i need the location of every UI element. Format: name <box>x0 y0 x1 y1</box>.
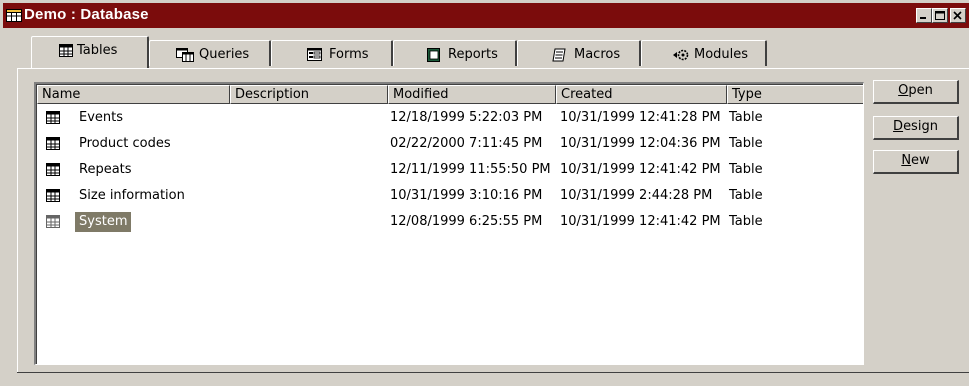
cell-modified: 12/11/1999 11:55:50 PM <box>390 162 551 177</box>
tab-macros-label: Macros <box>574 47 621 62</box>
table-icon <box>46 111 60 127</box>
design-button[interactable]: Design <box>873 116 959 140</box>
tab-modules-label: Modules <box>694 47 749 62</box>
database-window: Demo : Database Tables Queries Forms Rep… <box>0 0 969 385</box>
cell-type: Table <box>729 110 763 125</box>
tab-queries[interactable]: Queries <box>149 40 271 66</box>
tab-reports[interactable]: Reports <box>393 40 517 66</box>
cell-created: 10/31/1999 12:41:42 PM <box>560 214 721 229</box>
cell-created: 10/31/1999 12:41:42 PM <box>560 162 721 177</box>
minimize-icon <box>920 17 926 19</box>
cell-name: Events <box>79 110 124 125</box>
column-header-created[interactable]: Created <box>556 85 727 104</box>
cell-modified: 12/18/1999 5:22:03 PM <box>390 110 543 125</box>
close-button[interactable] <box>950 8 966 23</box>
tab-macros[interactable]: Macros <box>517 40 641 66</box>
open-button[interactable]: Open <box>873 80 959 104</box>
open-accel: O <box>898 83 909 98</box>
cell-type: Table <box>729 162 763 177</box>
column-header-name[interactable]: Name <box>37 85 230 104</box>
cell-modified: 10/31/1999 3:10:16 PM <box>390 188 543 203</box>
table-icon <box>46 215 60 231</box>
maximize-icon <box>935 11 945 20</box>
column-header-modified[interactable]: Modified <box>388 85 556 104</box>
tab-panel-left-edge <box>17 68 18 373</box>
table-icon <box>46 163 60 179</box>
cell-type: Table <box>729 214 763 229</box>
tab-forms[interactable]: Forms <box>271 40 393 66</box>
column-header-description[interactable]: Description <box>230 85 388 104</box>
object-list-body: Name Description Modified Created Type E… <box>36 84 863 364</box>
object-list[interactable]: Name Description Modified Created Type E… <box>34 82 864 365</box>
design-accel: D <box>893 119 904 134</box>
tab-panel-bottom-edge <box>17 372 969 373</box>
report-icon <box>427 48 440 62</box>
table-row[interactable]: Product codes 02/22/2000 7:11:45 PM 10/31/… <box>37 133 863 156</box>
table-icon <box>46 189 60 205</box>
cell-modified: 12/08/1999 6:25:55 PM <box>390 214 543 229</box>
open-label: pen <box>908 83 933 98</box>
tab-forms-label: Forms <box>329 47 369 62</box>
macro-icon <box>552 48 566 62</box>
module-icon <box>673 49 689 61</box>
cell-created: 10/31/1999 2:44:28 PM <box>560 188 713 203</box>
tab-reports-label: Reports <box>448 47 498 62</box>
window-title: Demo : Database <box>24 6 149 23</box>
table-row[interactable]: Repeats 12/11/1999 11:55:50 PM 10/31/1999 … <box>37 159 863 182</box>
new-accel: N <box>901 153 912 168</box>
database-icon <box>6 9 22 22</box>
close-icon <box>953 11 962 20</box>
design-label: esign <box>903 119 938 134</box>
cell-name: Repeats <box>79 162 132 177</box>
tab-queries-label: Queries <box>199 47 250 62</box>
minimize-button[interactable] <box>916 8 932 23</box>
tab-tables[interactable]: Tables <box>31 36 149 68</box>
column-header-type[interactable]: Type <box>727 85 863 104</box>
table-row[interactable]: Events 12/18/1999 5:22:03 PM 10/31/1999 12… <box>37 107 863 130</box>
maximize-button[interactable] <box>932 8 948 23</box>
tab-panel-top-edge <box>17 68 969 69</box>
cell-type: Table <box>729 136 763 151</box>
table-row[interactable]: Size information 10/31/1999 3:10:16 PM 10/… <box>37 185 863 208</box>
table-row[interactable]: System 12/08/1999 6:25:55 PM 10/31/1999 12… <box>37 211 863 234</box>
cell-type: Table <box>729 188 763 203</box>
cell-name: Product codes <box>79 136 171 151</box>
form-icon <box>307 48 322 61</box>
cell-created: 10/31/1999 12:04:36 PM <box>560 136 721 151</box>
query-icon <box>176 48 194 62</box>
cell-modified: 02/22/2000 7:11:45 PM <box>390 136 543 151</box>
table-icon <box>46 137 60 153</box>
window-bottom-edge <box>1 381 969 386</box>
new-button[interactable]: New <box>873 150 959 174</box>
title-bar[interactable]: Demo : Database <box>3 3 969 28</box>
cell-created: 10/31/1999 12:41:28 PM <box>560 110 721 125</box>
new-label: ew <box>911 153 930 168</box>
tab-tables-label: Tables <box>77 43 118 58</box>
cell-name: System <box>75 212 132 232</box>
table-icon <box>59 44 73 57</box>
tab-modules[interactable]: Modules <box>641 40 767 66</box>
cell-name: Size information <box>79 188 185 203</box>
